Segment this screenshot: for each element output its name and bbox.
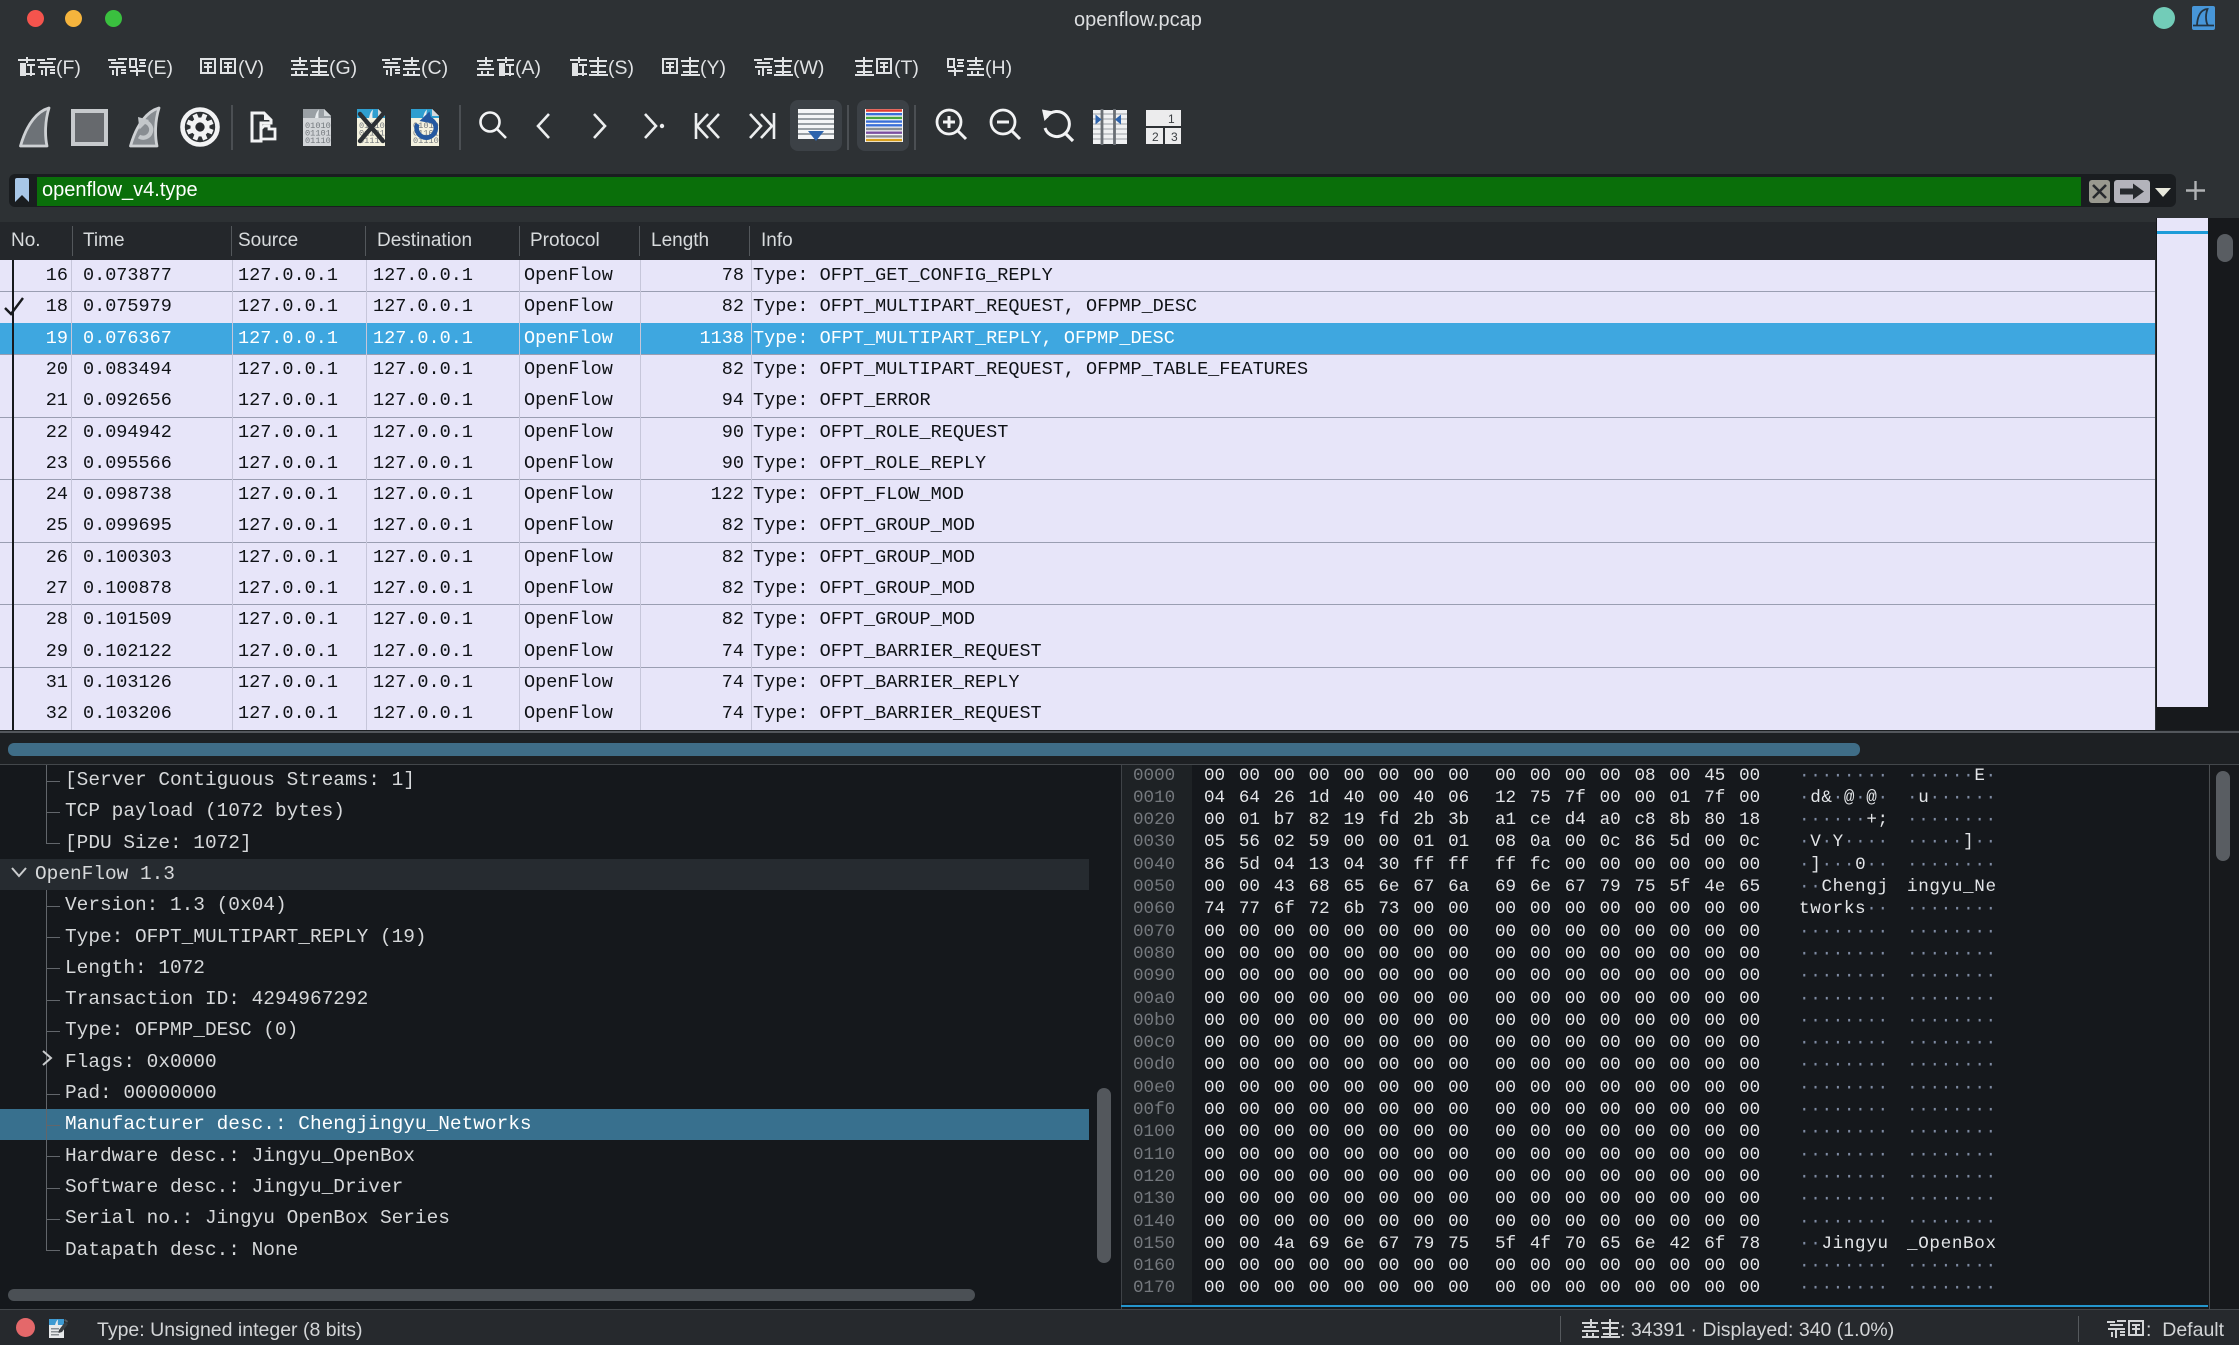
svg-text:01110: 01110 — [305, 136, 331, 146]
svg-text:1: 1 — [1168, 112, 1175, 126]
svg-text:3: 3 — [1171, 130, 1178, 144]
svg-text:2: 2 — [1152, 130, 1159, 144]
